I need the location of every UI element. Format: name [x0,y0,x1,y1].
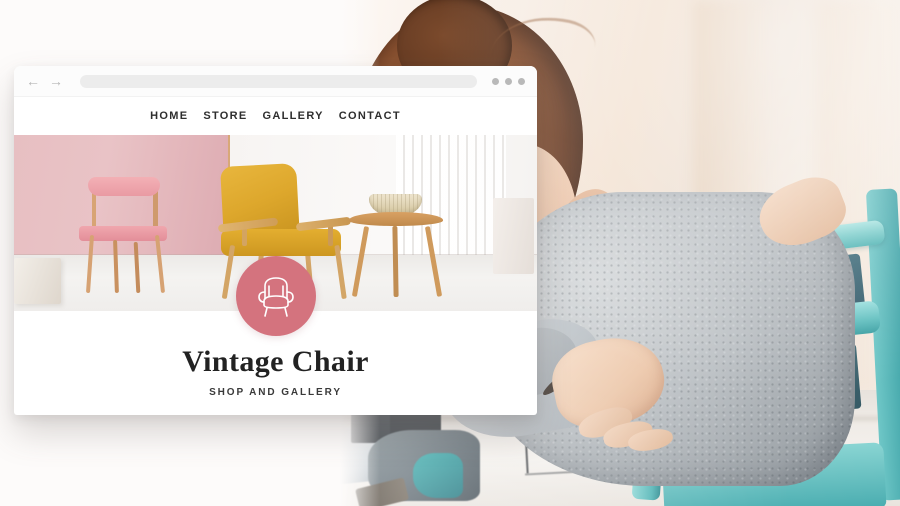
site-navigation: HOME STORE GALLERY CONTACT [14,97,537,135]
armchair-seat [220,229,341,256]
page-subtitle: SHOP AND GALLERY [209,387,342,398]
url-input[interactable] [80,74,477,88]
armchair-leg [334,245,348,299]
page-title: Vintage Chair [182,345,369,378]
window-controls[interactable] [492,77,525,85]
logo-badge[interactable] [235,256,316,336]
window-dot-icon[interactable] [492,77,499,85]
window-dot-icon[interactable] [505,77,512,85]
pink-chair-leg [133,242,141,294]
armchair-icon [257,277,294,317]
browser-toolbar: ← → [14,66,537,97]
pink-chair-leg [154,235,165,294]
pink-chair-leg [113,239,120,294]
screenshot-stage: ← → HOME STORE GALLERY CONTACT Vintage C… [0,0,900,506]
browser-window: ← → HOME STORE GALLERY CONTACT Vintage C… [14,66,537,415]
wooden-side-table [348,193,443,297]
stone-pedestal [492,198,535,275]
pink-chair-leg [86,235,94,294]
nav-item-store[interactable]: STORE [203,110,247,122]
side-table-leg [424,226,442,297]
nav-item-gallery[interactable]: GALLERY [263,110,324,122]
forward-icon[interactable]: → [49,74,63,88]
pink-chair-backrest [88,177,160,196]
nav-item-contact[interactable]: CONTACT [339,110,401,122]
window-dot-icon[interactable] [518,77,525,85]
side-table-top [348,212,443,226]
side-table-leg [352,226,369,297]
nav-item-home[interactable]: HOME [150,110,188,122]
pink-chair [77,177,171,294]
back-icon[interactable]: ← [26,74,40,88]
side-table-leg [392,225,399,297]
marble-plinth [14,258,62,304]
